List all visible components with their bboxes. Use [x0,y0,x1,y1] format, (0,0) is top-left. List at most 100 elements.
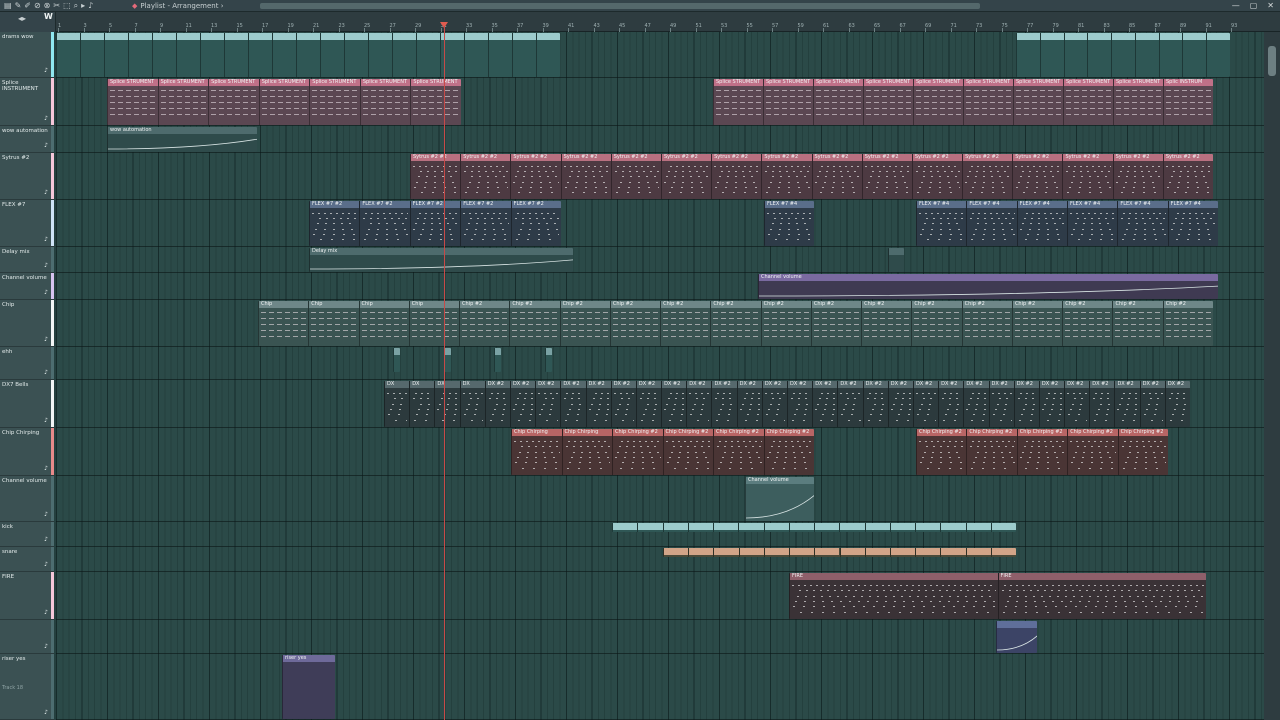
clip-segment[interactable] [612,523,638,532]
clip-segment[interactable] [536,33,560,77]
clip-segment[interactable] [940,548,966,557]
clip-segment[interactable] [763,548,790,557]
corner-label[interactable]: W [44,12,53,21]
clip-segment[interactable]: Chip Chirping #2 [763,429,814,475]
pattern-clip[interactable]: FLEX #7 #4 [764,201,814,246]
clip-segment[interactable]: DX [409,381,435,427]
track-header[interactable]: ♪ [0,620,54,654]
pattern-clip[interactable]: Splice STRUMENT Splice STRUMENT Splice STR… [107,79,461,125]
clip-segment[interactable] [1063,33,1088,77]
clip-segment[interactable]: DX #2 [1114,381,1140,427]
clip-segment[interactable] [687,523,713,532]
clip-segment[interactable]: FIRE [997,573,1206,619]
speaker-icon[interactable]: ♪ [88,0,93,12]
pattern-clip[interactable]: Channel volume [758,274,1218,299]
clip-segment[interactable] [272,33,296,77]
close-icon[interactable]: ✕ [1267,0,1274,12]
clip-segment[interactable]: Chip #2 [861,301,912,346]
clip-segment[interactable] [763,523,789,532]
clip-segment[interactable] [1111,33,1135,77]
clip-segment[interactable] [889,548,916,557]
track-header[interactable]: snare ♪ [0,547,54,572]
clip-segment[interactable] [864,523,890,532]
clip-segment[interactable]: DX #2 [686,381,712,427]
track-header[interactable]: FIRE ♪ [0,572,54,620]
track-header[interactable]: Splice INSTRUMENT ♪ [0,78,54,126]
clip-segment[interactable]: Sytrus #2 #2 [761,154,812,199]
clip-segment[interactable]: FLEX #7 #4 [1117,201,1168,246]
track-header[interactable]: drams wow ♪ [0,32,54,78]
clip-segment[interactable]: DX #2 [1038,381,1065,427]
clip-segment[interactable]: DX #2 [1013,381,1039,427]
clip-segment[interactable]: DX #2 [837,381,863,427]
clip-segment[interactable]: DX #2 [761,381,787,427]
clip-segment[interactable] [1087,33,1112,77]
clip-segment[interactable]: Chip Chirping #2 [612,429,663,475]
clip-segment[interactable]: wow automation [107,127,257,152]
clip-segment[interactable]: FLEX #7 #2 [460,201,511,246]
clip-segment[interactable]: riser yes [282,655,335,719]
pattern-clip[interactable]: FIRE FIRE [789,573,1206,619]
clip-segment[interactable] [662,523,688,532]
clip-segment[interactable]: FLEX #7 #4 [1067,201,1118,246]
clip-segment[interactable]: FLEX #7 #4 [916,201,967,246]
pattern-clip[interactable] [663,548,1016,557]
clip-segment[interactable]: Chip Chirping #2 [662,429,713,475]
track-lane[interactable] [56,247,1264,273]
clip-segment[interactable]: Chip Chirping #2 [916,429,967,475]
clip-segment[interactable]: DX #2 [635,381,662,427]
clip-segment[interactable]: DX #2 [585,381,611,427]
clip-segment[interactable]: Splice STRUMENT [157,79,209,125]
clip-segment[interactable] [152,33,176,77]
clip-segment[interactable] [1206,33,1230,77]
clip-segment[interactable] [713,548,739,557]
timeline-ruler[interactable]: 1357911131517192123252729313335373941434… [56,12,1280,32]
clip-segment[interactable]: Sytrus #2 #2 [1012,154,1063,199]
track-header[interactable]: FLEX #7 ♪ [0,200,54,247]
select-icon[interactable]: ⬚ [63,0,71,12]
clip-segment[interactable]: Sytrus #2 #2 [911,154,963,199]
clip-segment[interactable] [788,523,814,532]
clip-segment[interactable] [889,523,915,532]
clip-segment[interactable] [56,33,80,77]
horizontal-scrollbar[interactable] [260,3,980,9]
clip-segment[interactable]: Sytrus #2 #2 [510,154,561,199]
pattern-clip[interactable]: Chip Chip Chip Chip Chip #2 Chip #2 Chip #2 Chi… [258,301,1213,346]
clip-segment[interactable]: Chip #2 [1062,301,1113,346]
clip-segment[interactable]: FLEX #7 #2 [359,201,410,246]
clip-segment[interactable]: Splice STRUMENT [913,79,963,125]
clip-segment[interactable]: DX #2 [1064,381,1090,427]
clip-segment[interactable]: Chip Chirping #2 [1117,429,1168,475]
clip-segment[interactable] [128,33,152,77]
clip-segment[interactable] [738,523,764,532]
clip-segment[interactable]: Splice STRUMENT [1063,79,1113,125]
clip-segment[interactable] [1134,33,1159,77]
minimize-icon[interactable]: — [1232,0,1240,12]
clip-segment[interactable]: Sytrus #2 #2 [460,154,511,199]
pattern-clip[interactable] [393,348,400,372]
clip-segment[interactable]: FLEX #7 #2 [409,201,461,246]
clip-segment[interactable]: DX #2 [661,381,687,427]
clip-segment[interactable]: DX #2 [988,381,1014,427]
pattern-clip[interactable]: wow automation [107,127,257,152]
clip-segment[interactable] [688,548,714,557]
clip-segment[interactable]: Splice STRUMENT [763,79,813,125]
pattern-clip[interactable]: riser yes [282,655,335,719]
clip-segment[interactable] [296,33,320,77]
clip-segment[interactable]: Channel volume [745,477,814,521]
pattern-clip[interactable]: Delay mix [309,248,573,272]
clip-segment[interactable]: Chip Chirping [511,429,562,475]
pattern-clip[interactable]: Splice STRUMENT Splice STRUMENT Splice STR… [713,79,1213,125]
clip-segment[interactable]: FLEX #7 #4 [764,201,814,246]
clip-segment[interactable]: FLEX #7 #2 [510,201,561,246]
clip-segment[interactable]: Chip Chirping #2 [1016,429,1068,475]
clip-segment[interactable] [864,548,890,557]
clip-segment[interactable] [224,33,248,77]
clip-segment[interactable]: Splice STRUMENT [359,79,411,125]
clip-segment[interactable]: Chip #2 [660,301,711,346]
clip-segment[interactable] [512,33,536,77]
clip-segment[interactable] [713,523,739,532]
track-header[interactable]: kick ♪ [0,522,54,547]
clip-segment[interactable] [965,548,991,557]
track-lane[interactable] [56,476,1264,522]
